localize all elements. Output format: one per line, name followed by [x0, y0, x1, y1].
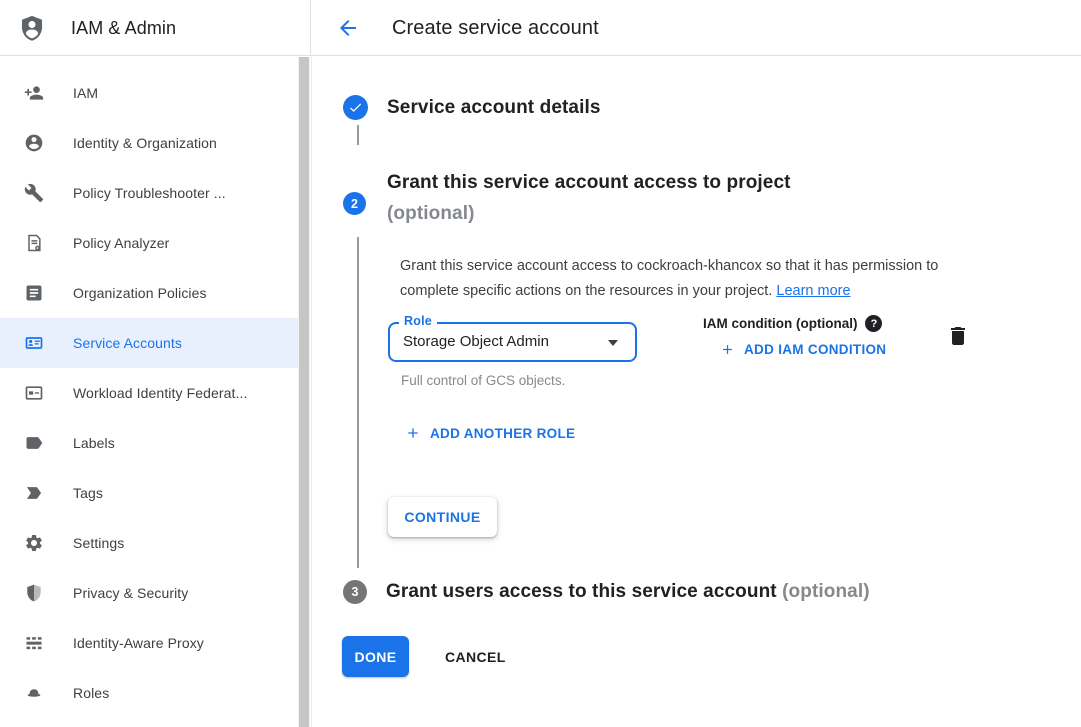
page-title: Create service account [392, 17, 599, 40]
step-connector-line [357, 125, 359, 145]
step2-description: Grant this service account access to coc… [400, 254, 992, 304]
sidebar-item-label: Organization Policies [73, 285, 207, 301]
identity-card-icon [24, 383, 44, 403]
sidebar-item-label: Settings [73, 535, 124, 551]
sidebar-item-iam[interactable]: IAM [0, 68, 299, 118]
role-selected-value: Storage Object Admin [390, 324, 635, 360]
step3-optional-label: (optional) [782, 581, 870, 602]
iam-shield-icon [18, 14, 46, 42]
step3-heading: Grant users access to this service accou… [386, 581, 870, 603]
step2-description-text: Grant this service account access to coc… [400, 258, 938, 299]
service-account-icon [24, 333, 44, 353]
gear-icon [24, 533, 44, 553]
back-arrow-icon [336, 16, 360, 40]
sidebar-item-label: Privacy & Security [73, 585, 188, 601]
dropdown-caret-icon [608, 340, 618, 346]
sidebar-item-tags[interactable]: Tags [0, 468, 299, 518]
help-icon[interactable]: ? [865, 315, 882, 332]
iam-condition-label-row: IAM condition (optional) ? [703, 315, 882, 332]
learn-more-link[interactable]: Learn more [776, 283, 850, 299]
add-another-role-label: ADD ANOTHER ROLE [430, 426, 575, 441]
role-field-label: Role [399, 314, 437, 328]
step3-row: 3 Grant users access to this service acc… [343, 580, 870, 604]
back-button[interactable] [336, 16, 360, 40]
step2-optional-label: (optional) [387, 203, 475, 224]
cancel-button[interactable]: CANCEL [445, 649, 506, 665]
account-circle-icon [24, 133, 44, 153]
sidebar-item-policy-analyzer[interactable]: Policy Analyzer [0, 218, 299, 268]
sidebar-item-labels[interactable]: Labels [0, 418, 299, 468]
person-add-icon [24, 83, 44, 103]
done-button[interactable]: DONE [342, 636, 409, 677]
sidebar-item-label: Identity & Organization [73, 135, 217, 151]
shield-icon [24, 583, 44, 603]
iam-admin-app: IAM & Admin Create service account IAM [0, 0, 1081, 727]
sidebar-item-policy-troubleshooter[interactable]: Policy Troubleshooter ... [0, 168, 299, 218]
sidebar-scrollbar-thumb[interactable] [299, 57, 309, 727]
sidebar-item-label: IAM [73, 85, 98, 101]
sidebar-item-identity-aware-proxy[interactable]: Identity-Aware Proxy [0, 618, 299, 668]
product-title: IAM & Admin [71, 18, 176, 39]
step3-number-badge: 3 [343, 580, 367, 604]
step1-row: Service account details [343, 95, 601, 120]
step2-title: Grant this service account access to pro… [387, 172, 791, 193]
role-select[interactable]: Role Storage Object Admin [388, 322, 637, 362]
sidebar-scrollbar[interactable] [298, 57, 310, 727]
document-icon [24, 283, 44, 303]
plus-icon [720, 342, 744, 357]
role-helper-text: Full control of GCS objects. [401, 373, 565, 388]
step2-heading: Grant this service account access to pro… [387, 167, 791, 229]
sidebar-item-label: Tags [73, 485, 103, 501]
step2-number-badge: 2 [343, 192, 366, 215]
sidebar-item-privacy-security[interactable]: Privacy & Security [0, 568, 299, 618]
create-service-account-panel: Service account details 2 Grant this ser… [313, 57, 1081, 727]
sidebar-item-label: Roles [73, 685, 109, 701]
sidebar-item-settings[interactable]: Settings [0, 518, 299, 568]
role-row: Role Storage Object Admin Full control o… [388, 309, 1078, 429]
step1-completed-check-icon [343, 95, 368, 120]
proxy-icon [24, 633, 44, 653]
sidebar-item-identity-organization[interactable]: Identity & Organization [0, 118, 299, 168]
plus-icon [405, 425, 430, 441]
label-icon [24, 433, 44, 453]
add-iam-condition-label: ADD IAM CONDITION [744, 342, 886, 357]
footer-actions: DONE CANCEL [342, 636, 506, 677]
hat-icon [24, 683, 44, 703]
step3-title: Grant users access to this service accou… [386, 581, 777, 602]
page-header: Create service account [312, 0, 1081, 56]
tag-icon [24, 483, 44, 503]
sidebar-item-label: Workload Identity Federat... [73, 385, 248, 401]
sidebar-nav: IAM Identity & Organization Policy Troub… [0, 57, 312, 727]
product-header: IAM & Admin [0, 0, 311, 56]
step-connector-line [357, 237, 359, 568]
trash-icon [946, 324, 970, 348]
iam-condition-label: IAM condition (optional) [703, 316, 857, 331]
sidebar-item-label: Labels [73, 435, 115, 451]
continue-button[interactable]: CONTINUE [388, 497, 497, 537]
add-iam-condition-button[interactable]: ADD IAM CONDITION [720, 342, 886, 357]
sidebar-item-label: Policy Analyzer [73, 235, 169, 251]
step1-title: Service account details [387, 97, 601, 119]
delete-role-button[interactable] [946, 324, 970, 348]
policy-analyzer-icon [24, 233, 44, 253]
sidebar-item-label: Identity-Aware Proxy [73, 635, 204, 651]
sidebar-item-label: Service Accounts [73, 335, 182, 351]
wrench-icon [24, 183, 44, 203]
sidebar-item-roles[interactable]: Roles [0, 668, 299, 718]
top-header: IAM & Admin Create service account [0, 0, 1081, 56]
sidebar-item-workload-identity-federation[interactable]: Workload Identity Federat... [0, 368, 299, 418]
sidebar-item-organization-policies[interactable]: Organization Policies [0, 268, 299, 318]
sidebar-nav-list: IAM Identity & Organization Policy Troub… [0, 68, 299, 718]
sidebar-item-service-accounts[interactable]: Service Accounts [0, 318, 299, 368]
add-another-role-button[interactable]: ADD ANOTHER ROLE [405, 425, 575, 441]
sidebar-item-label: Policy Troubleshooter ... [73, 185, 226, 201]
